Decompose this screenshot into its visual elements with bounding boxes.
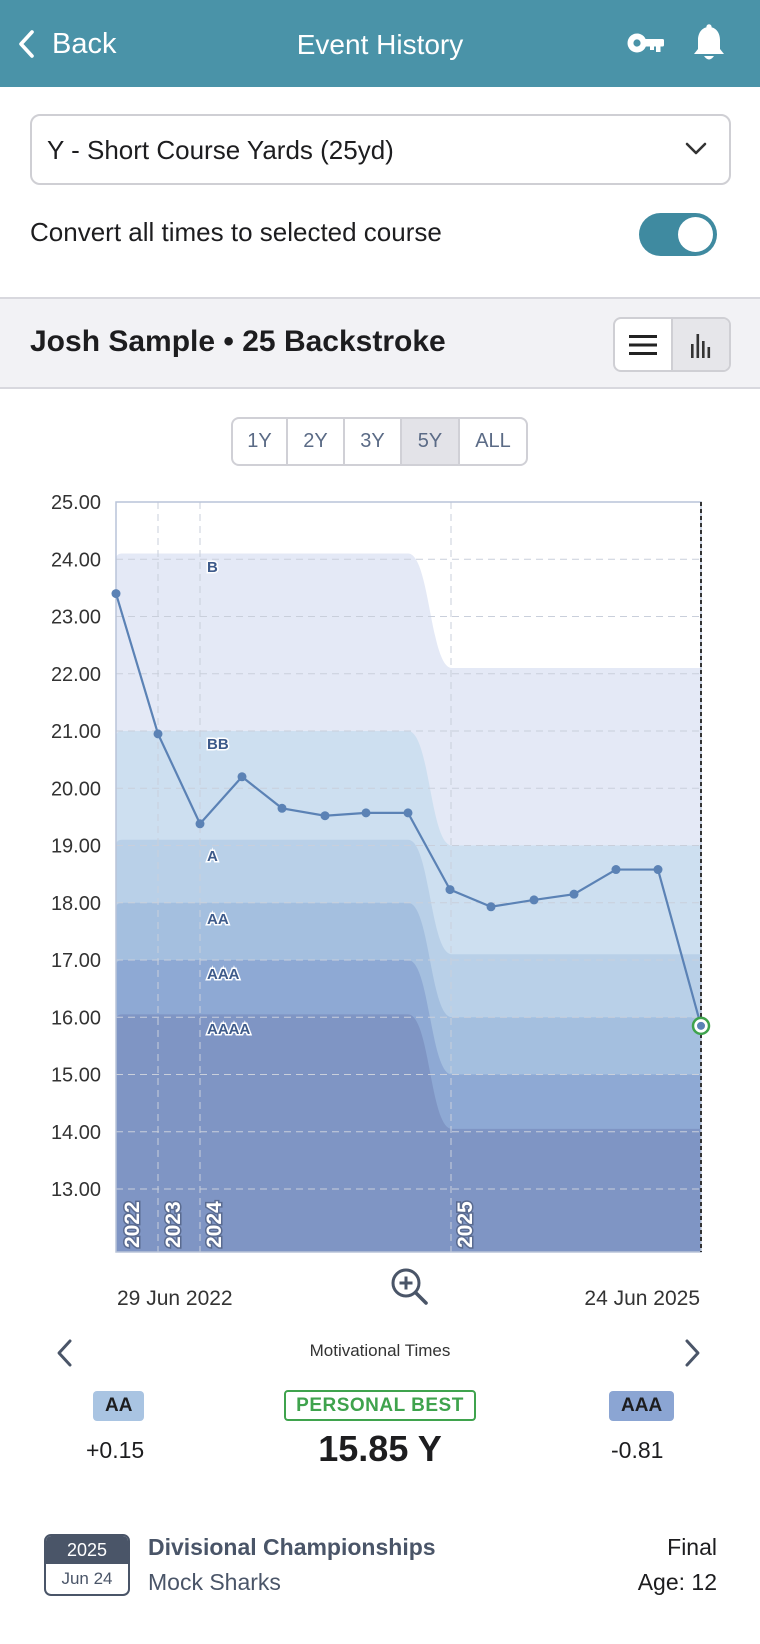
band-label: A [207, 848, 218, 865]
data-point [529, 895, 539, 905]
range-option[interactable]: ALL [460, 419, 526, 464]
year-label: 2023 [162, 1201, 185, 1248]
list-view-button[interactable] [615, 319, 673, 370]
range-option[interactable]: 2Y [288, 419, 345, 464]
year-label: 2025 [454, 1201, 477, 1248]
data-point [277, 803, 287, 813]
next-swim-button[interactable] [684, 1338, 702, 1373]
band-label: BB [207, 736, 229, 753]
data-point [320, 811, 330, 821]
key-icon[interactable] [626, 28, 666, 63]
data-point [445, 885, 455, 895]
y-tick-label: 15.00 [51, 1065, 101, 1087]
chart-svg: 25.00 24.00 23.00 22.00 21.00 20.00 19.00 18.00… [51, 492, 711, 1253]
convert-times-toggle[interactable] [639, 213, 717, 256]
list-icon [629, 334, 657, 355]
data-point [195, 819, 205, 829]
data-point [697, 1021, 705, 1030]
y-tick-label: 14.00 [51, 1122, 101, 1144]
chart-view-button[interactable] [673, 319, 729, 370]
next-standard-diff: -0.81 [611, 1437, 664, 1463]
meet-date: Jun 24 [61, 1569, 113, 1588]
lower-standard-badge: AA [93, 1391, 145, 1421]
data-point [153, 729, 163, 739]
data-point [486, 902, 496, 912]
motivational-times-label: Motivational Times [309, 1341, 451, 1360]
y-tick-label: 24.00 [51, 549, 101, 571]
meet-team: Mock Sharks [148, 1569, 281, 1595]
y-tick-label: 25.00 [51, 492, 101, 514]
chevron-right-icon [685, 1339, 700, 1367]
course-select-value: Y - Short Course Yards (25yd) [47, 135, 394, 165]
band-label: AAAA [207, 1021, 250, 1038]
band-label: AAA [207, 966, 240, 983]
bell-icon[interactable] [692, 24, 726, 69]
chevron-down-icon [685, 142, 707, 155]
convert-times-label: Convert all times to selected course [30, 217, 442, 247]
y-tick-label: 13.00 [51, 1179, 101, 1201]
range-option[interactable]: 1Y [233, 419, 288, 464]
event-title: Josh Sample • 25 Backstroke [30, 325, 446, 358]
year-label: 2022 [121, 1201, 144, 1248]
y-tick-label: 16.00 [51, 1007, 101, 1029]
meet-round: Final [667, 1534, 717, 1560]
calendar-icon: 2025 Jun 24 [44, 1534, 130, 1596]
data-point [361, 808, 371, 818]
year-label: 2024 [203, 1201, 226, 1248]
meet-name[interactable]: Divisional Championships [148, 1534, 436, 1561]
data-point [611, 865, 621, 875]
y-tick-label: 21.00 [51, 721, 101, 743]
y-tick-label: 19.00 [51, 836, 101, 858]
data-point [111, 589, 121, 599]
data-point [403, 808, 413, 818]
toggle-knob [678, 217, 713, 252]
time-range-selector: 1Y 2Y 3Y 5Y ALL [231, 417, 528, 466]
course-select[interactable]: Y - Short Course Yards (25yd) [30, 114, 731, 185]
band-label: AA [207, 911, 229, 928]
app-header: Back Event History [0, 0, 760, 87]
event-history-chart[interactable]: 25.00 24.00 23.00 22.00 21.00 20.00 19.00 18.00… [0, 480, 760, 1260]
chart-start-date: 29 Jun 2022 [117, 1287, 233, 1310]
next-standard-badge: AAA [609, 1391, 675, 1421]
data-point [237, 772, 247, 782]
range-option[interactable]: 3Y [345, 419, 402, 464]
y-tick-label: 23.00 [51, 607, 101, 629]
y-tick-label: 20.00 [51, 778, 101, 800]
chart-end-date: 24 Jun 2025 [584, 1287, 700, 1310]
range-option-selected[interactable]: 5Y [402, 419, 460, 464]
data-point [653, 865, 663, 875]
divider [0, 387, 760, 389]
event-title-bar: Josh Sample • 25 Backstroke [0, 299, 760, 389]
y-tick-label: 17.00 [51, 950, 101, 972]
view-mode-toggle [613, 317, 731, 372]
personal-best-badge: PERSONAL BEST [284, 1390, 476, 1421]
swimmer-age: Age: 12 [637, 1569, 717, 1595]
zoom-in-icon[interactable] [390, 1267, 430, 1312]
y-tick-label: 18.00 [51, 893, 101, 915]
band-label: B [207, 559, 218, 576]
data-point [569, 889, 579, 899]
y-tick-label: 22.00 [51, 664, 101, 686]
bar-chart-icon [691, 333, 711, 358]
meet-year: 2025 [46, 1536, 128, 1564]
